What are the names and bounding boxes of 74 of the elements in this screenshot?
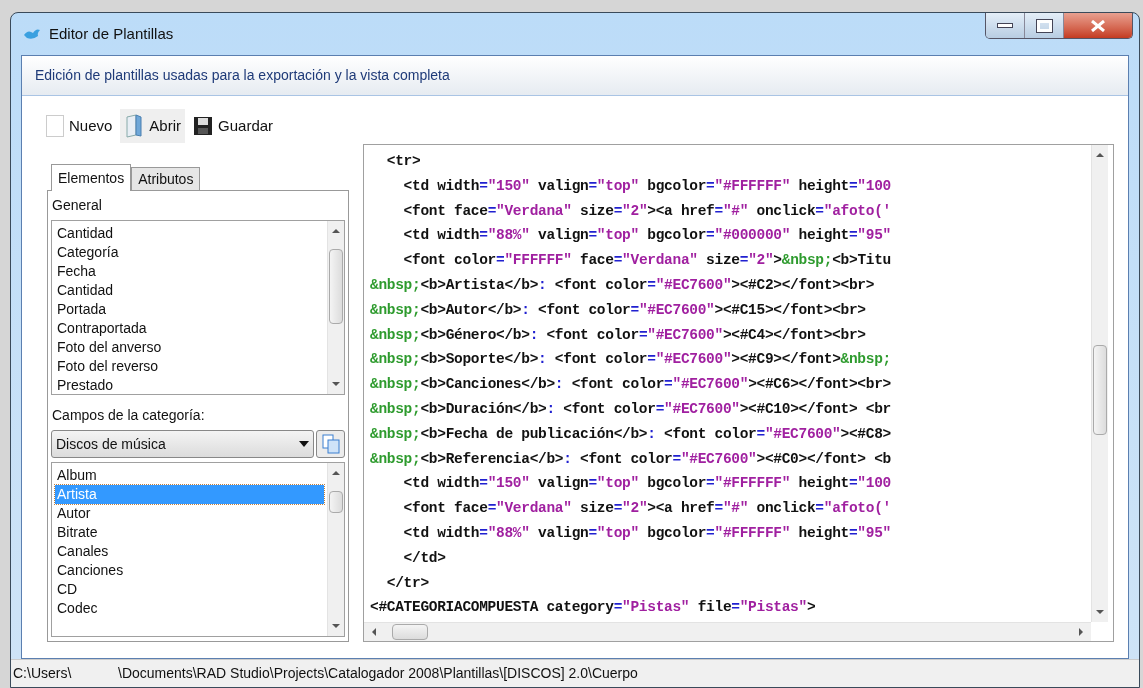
maximize-button[interactable] — [1025, 13, 1064, 38]
list-item[interactable]: Canales — [55, 542, 324, 561]
code-line: &nbsp;<b>Duración</b>: <font color="#EC7600"><#C10></font> <br — [370, 399, 892, 419]
list-item[interactable]: Codec — [55, 599, 324, 618]
code-line: </td> — [402, 548, 447, 568]
minimize-button[interactable] — [986, 13, 1025, 38]
window-title: Editor de Plantillas — [49, 24, 174, 44]
toolbar-button[interactable]: Guardar — [189, 109, 278, 143]
book-icon — [124, 114, 145, 138]
code-line: &nbsp;<b>Referencia</b>: <font color="#EC7600"><#C0></font> <b — [370, 449, 892, 469]
down-arrow-icon — [1096, 610, 1104, 614]
tab[interactable]: Atributos — [131, 167, 201, 190]
list-item[interactable]: Album — [55, 466, 324, 485]
toolbar-button[interactable]: Nuevo — [42, 109, 117, 143]
scroll-thumb[interactable] — [329, 491, 343, 513]
down-arrow-icon — [332, 624, 340, 628]
code-line: &nbsp;<b>Autor</b>: <font color="#EC7600"><#C15></font><br> — [370, 300, 867, 320]
caret-icon — [299, 441, 309, 447]
code-line: <td width="88%" valign="top" bgcolor="#000000" height="95" — [402, 226, 892, 246]
code-line: <td width="150" valign="top" bgcolor="#FFFFFF" height="100 — [402, 474, 892, 494]
code-line: &nbsp;<b>Canciones</b>: <font color="#EC7600"><#C6></font><br> — [370, 375, 892, 395]
code-line: &nbsp;<b>Soporte</b>: <font color="#EC7600"><#C9></font>&nbsp; — [370, 350, 892, 370]
close-icon — [1090, 19, 1106, 32]
code-line: &nbsp;<b>Fecha de publicación</b>: <font color="#EC7600"><#C8> — [370, 424, 892, 444]
vertical-scrollbar[interactable] — [1091, 145, 1108, 622]
file-path: C:\Users\ \Documents\RAD Studio\Projects\Catalogador 2008\Plantillas\[DISCOS] 2.0\Cuerpo — [13, 664, 638, 683]
close-button[interactable] — [1064, 13, 1132, 38]
down-arrow-icon — [332, 382, 340, 386]
up-arrow-icon — [1096, 153, 1104, 157]
code-line: </tr> — [385, 573, 430, 593]
copy-button[interactable] — [316, 430, 345, 458]
list-item[interactable]: Foto del anverso — [55, 338, 324, 357]
maximize-icon — [1036, 19, 1052, 32]
section-label: General — [51, 196, 103, 215]
horizontal-scrollbar[interactable] — [364, 622, 1091, 641]
vertical-scrollbar[interactable] — [327, 221, 344, 394]
list-item[interactable]: Bitrate — [55, 523, 324, 542]
list-item[interactable]: Contraportada — [55, 319, 324, 338]
list-item[interactable]: Foto del reverso — [55, 357, 324, 376]
code-line: <tr> — [385, 152, 422, 171]
code-line: <#CATEGORIACOMPUESTA category="Pistas" file="Pistas"> — [370, 598, 817, 618]
description-text: Edición de plantillas usadas para la exportación y la vista completa — [35, 66, 450, 85]
code-line: <td width="150" valign="top" bgcolor="#FFFFFF" height="100 — [402, 176, 892, 196]
list-item[interactable]: Portada — [55, 300, 324, 319]
scroll-thumb[interactable] — [1093, 345, 1107, 435]
code-line: <font face="Verdana" size="2"><a href="#" onclick="afoto(' — [402, 201, 892, 221]
scroll-thumb[interactable] — [329, 249, 343, 324]
list-item[interactable]: Categoría — [55, 243, 324, 262]
code-line: &nbsp;<b>Género</b>: <font color="#EC7600"><#C4></font><br> — [370, 325, 867, 345]
minimize-icon — [997, 23, 1013, 28]
list-item[interactable]: CD — [55, 580, 324, 599]
bird-icon — [23, 27, 41, 42]
code-line: <font color="FFFFFF" face="Verdana" size="2">&nbsp;<b>Titu — [402, 251, 892, 271]
blank-page-icon — [46, 115, 64, 137]
tab[interactable]: Elementos — [51, 164, 132, 191]
vertical-scrollbar[interactable] — [327, 463, 344, 636]
list-item[interactable]: Fecha — [55, 262, 324, 281]
right-arrow-icon — [1079, 628, 1083, 636]
copy-icon — [321, 434, 340, 454]
code-line: <font face="Verdana" size="2"><a href="#" onclick="afoto(' — [402, 499, 892, 519]
up-arrow-icon — [332, 229, 340, 233]
list-item[interactable]: Prestado — [55, 376, 324, 394]
category-dropdown[interactable]: Discos de música — [51, 430, 314, 458]
scroll-thumb[interactable] — [392, 624, 428, 640]
left-arrow-icon — [372, 628, 376, 636]
section-label: Campos de la categoría: — [51, 406, 206, 425]
toolbar-button[interactable]: Abrir — [120, 109, 186, 143]
up-arrow-icon — [332, 471, 340, 475]
list-item[interactable]: Canciones — [55, 561, 324, 580]
list-item[interactable]: Cantidad — [55, 224, 324, 243]
code-line: <td width="88%" valign="top" bgcolor="#FFFFFF" height="95" — [402, 523, 892, 543]
code-line: &nbsp;<b>Artista</b>: <font color="#EC7600"><#C2></font><br> — [370, 276, 876, 295]
list-item[interactable]: Autor — [55, 504, 324, 523]
list-item[interactable]: Cantidad — [55, 281, 324, 300]
